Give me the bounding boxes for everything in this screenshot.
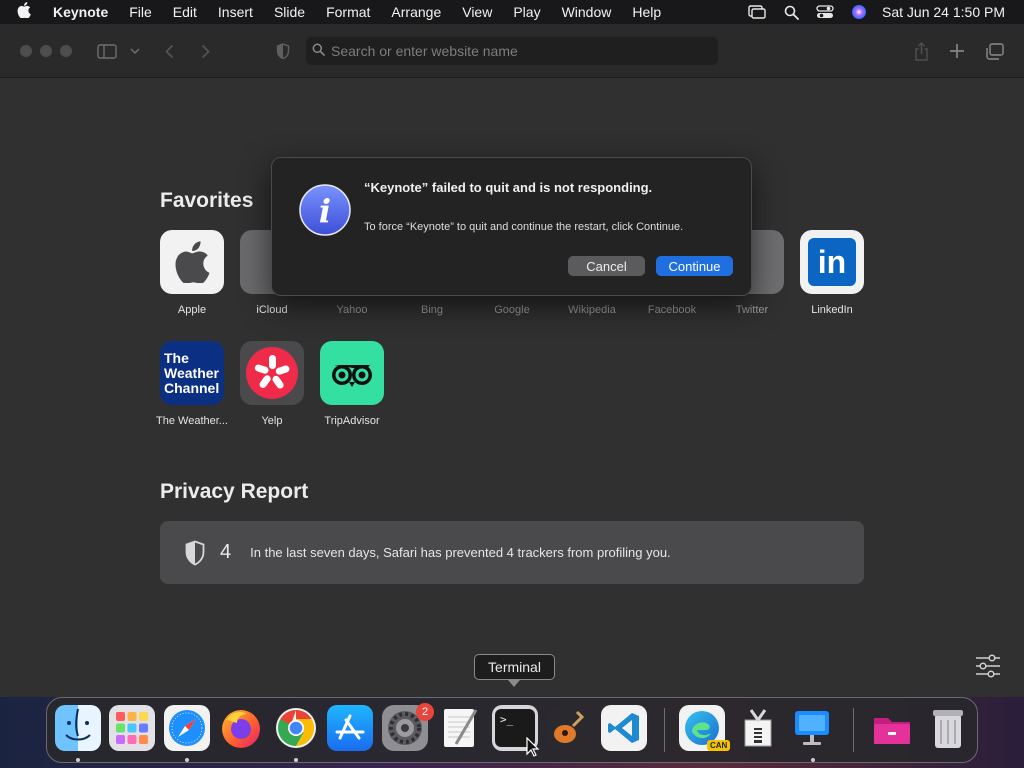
dialog-title: “Keynote” failed to quit and is not resp… bbox=[364, 180, 653, 195]
tripadvisor-icon bbox=[320, 341, 384, 405]
favorite-label: TripAdvisor bbox=[324, 415, 380, 427]
apple-menu-icon[interactable] bbox=[17, 2, 39, 22]
yelp-icon bbox=[240, 341, 304, 405]
chrome-icon[interactable] bbox=[273, 705, 319, 751]
finder-running-dot bbox=[76, 758, 80, 762]
privacy-report-text: In the last seven days, Safari has preve… bbox=[250, 545, 671, 560]
favorites-title: Favorites bbox=[160, 189, 254, 212]
firefox-icon[interactable] bbox=[218, 705, 264, 751]
favorite-label: Google bbox=[494, 304, 530, 316]
weather-channel-logo-text: The Weather Channel bbox=[164, 349, 220, 396]
safari-toolbar: Search or enter website name bbox=[0, 24, 1024, 78]
folder-icon[interactable] bbox=[869, 705, 915, 751]
siri-icon[interactable] bbox=[842, 0, 876, 24]
menu-bar: Keynote File Edit Insert Slide Format Ar… bbox=[0, 0, 1024, 24]
spotlight-search-icon[interactable] bbox=[774, 0, 808, 24]
menu-clock[interactable]: Sat Jun 24 1:50 PM bbox=[882, 4, 1005, 20]
notification-badge: 2 bbox=[416, 703, 434, 721]
favorite-label: The Weather... bbox=[156, 415, 228, 427]
textedit-icon[interactable] bbox=[437, 705, 483, 751]
privacy-report-card[interactable]: 4 In the last seven days, Safari has pre… bbox=[160, 521, 864, 584]
new-tab-icon[interactable] bbox=[948, 38, 966, 64]
forward-icon[interactable] bbox=[196, 38, 214, 64]
favorite-apple[interactable]: Apple bbox=[152, 230, 232, 317]
canary-badge: CAN bbox=[707, 740, 731, 751]
favorite-label: Twitter bbox=[735, 304, 769, 316]
weather-channel-icon: The Weather Channel bbox=[160, 341, 224, 405]
dialog-message: To force “Keynote” to quit and continue … bbox=[364, 221, 684, 233]
favorite-weather-channel[interactable]: The Weather Channel The Weather... bbox=[152, 341, 232, 428]
menu-play[interactable]: Play bbox=[513, 4, 540, 20]
address-bar-placeholder: Search or enter website name bbox=[331, 43, 518, 59]
tab-overview-icon[interactable] bbox=[985, 38, 1005, 64]
back-icon[interactable] bbox=[160, 38, 178, 64]
favorite-yelp[interactable]: Yelp bbox=[232, 341, 312, 428]
linkedin-icon: in bbox=[800, 230, 864, 294]
window-minimize-button[interactable] bbox=[40, 45, 52, 57]
menu-edit[interactable]: Edit bbox=[173, 4, 197, 20]
share-icon[interactable] bbox=[912, 38, 930, 64]
info-icon: i bbox=[299, 184, 351, 236]
sidebar-toggle-icon[interactable] bbox=[96, 38, 118, 64]
privacy-report-title: Privacy Report bbox=[160, 480, 309, 503]
menu-help[interactable]: Help bbox=[632, 4, 661, 20]
app-store-icon[interactable] bbox=[327, 705, 373, 751]
dock-tooltip: Terminal bbox=[474, 654, 555, 680]
favorite-label: Yelp bbox=[261, 415, 283, 427]
archive-utility-icon[interactable] bbox=[735, 705, 781, 751]
menu-file[interactable]: File bbox=[129, 4, 152, 20]
dock: 2 >_ CAN bbox=[46, 697, 978, 763]
tooltip-arrow bbox=[508, 680, 520, 687]
favorite-tripadvisor[interactable]: TripAdvisor bbox=[312, 341, 392, 428]
keynote-icon[interactable] bbox=[789, 705, 835, 751]
search-icon bbox=[312, 43, 325, 59]
force-quit-alert-dialog: i “Keynote” failed to quit and is not re… bbox=[271, 157, 752, 296]
dock-separator bbox=[853, 708, 854, 752]
chrome-running-dot bbox=[294, 758, 298, 762]
tracker-count: 4 bbox=[220, 541, 232, 563]
address-bar[interactable]: Search or enter website name bbox=[306, 37, 718, 65]
favorite-label: Bing bbox=[420, 304, 444, 316]
screen-mirroring-icon[interactable] bbox=[740, 0, 774, 24]
apple-logo-icon bbox=[160, 230, 224, 294]
safari-icon[interactable] bbox=[164, 705, 210, 751]
favorite-linkedin[interactable]: in LinkedIn bbox=[792, 230, 872, 317]
mouse-cursor-icon bbox=[526, 736, 540, 757]
garageband-icon[interactable] bbox=[546, 705, 592, 751]
favorite-label: Apple bbox=[177, 304, 207, 316]
control-center-icon[interactable] bbox=[808, 0, 842, 24]
menu-format[interactable]: Format bbox=[326, 4, 370, 20]
menu-insert[interactable]: Insert bbox=[218, 4, 253, 20]
finder-icon[interactable] bbox=[55, 705, 101, 751]
safari-window: Search or enter website name Favorites A… bbox=[0, 24, 1024, 697]
keynote-running-dot bbox=[811, 758, 815, 762]
continue-button[interactable]: Continue bbox=[656, 256, 733, 276]
customize-start-page-icon[interactable] bbox=[974, 654, 1002, 678]
privacy-shield-icon[interactable] bbox=[274, 38, 292, 64]
svg-text:i: i bbox=[319, 192, 331, 230]
trash-icon[interactable] bbox=[925, 705, 971, 751]
favorite-label: Yahoo bbox=[336, 304, 368, 316]
safari-running-dot bbox=[185, 758, 189, 762]
menu-window[interactable]: Window bbox=[562, 4, 612, 20]
favorite-label: iCloud bbox=[256, 304, 288, 316]
dock-separator bbox=[664, 708, 665, 752]
menu-slide[interactable]: Slide bbox=[274, 4, 305, 20]
window-close-button[interactable] bbox=[20, 45, 32, 57]
cancel-button[interactable]: Cancel bbox=[568, 256, 645, 276]
menu-app-name[interactable]: Keynote bbox=[53, 4, 108, 20]
menu-view[interactable]: View bbox=[462, 4, 492, 20]
launchpad-icon[interactable] bbox=[109, 705, 155, 751]
menu-arrange[interactable]: Arrange bbox=[391, 4, 441, 20]
privacy-shield-icon bbox=[184, 540, 206, 566]
linkedin-logo-text: in bbox=[808, 238, 856, 286]
favorite-label: LinkedIn bbox=[811, 304, 853, 316]
vscode-icon[interactable] bbox=[601, 705, 647, 751]
chevron-down-icon[interactable] bbox=[128, 38, 142, 64]
window-zoom-button[interactable] bbox=[60, 45, 72, 57]
favorite-label: Facebook bbox=[647, 304, 697, 316]
favorite-label: Wikipedia bbox=[568, 304, 616, 316]
